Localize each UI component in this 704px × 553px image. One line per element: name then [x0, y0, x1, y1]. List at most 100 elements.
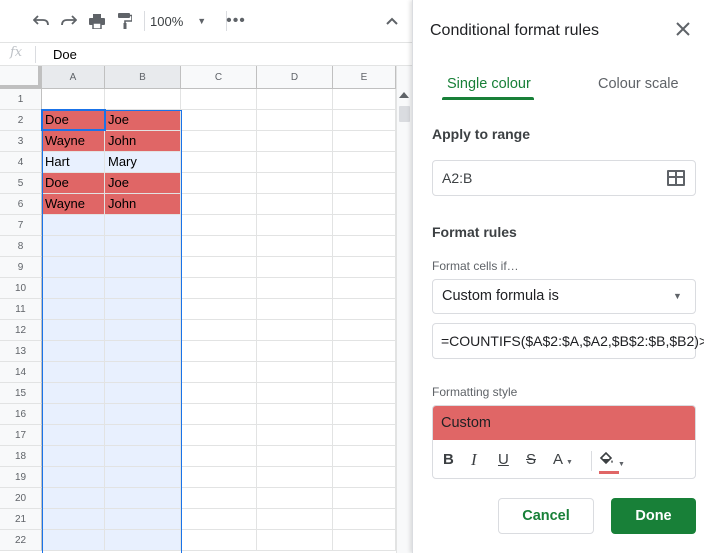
- column-header-c[interactable]: C: [181, 66, 257, 89]
- cell-d14[interactable]: [257, 362, 333, 383]
- cell-b17[interactable]: [105, 425, 181, 446]
- cell-c4[interactable]: [181, 152, 257, 173]
- cell-b19[interactable]: [105, 467, 181, 488]
- cell-e15[interactable]: [333, 383, 396, 404]
- cell-e14[interactable]: [333, 362, 396, 383]
- cell-a7[interactable]: [42, 215, 105, 236]
- cell-b3[interactable]: John: [105, 131, 181, 152]
- cell-b16[interactable]: [105, 404, 181, 425]
- cell-a21[interactable]: [42, 509, 105, 530]
- cell-d17[interactable]: [257, 425, 333, 446]
- scroll-up-icon[interactable]: [399, 90, 409, 101]
- cell-c18[interactable]: [181, 446, 257, 467]
- cell-b13[interactable]: [105, 341, 181, 362]
- cell-e7[interactable]: [333, 215, 396, 236]
- cell-d12[interactable]: [257, 320, 333, 341]
- cell-a6[interactable]: Wayne: [42, 194, 105, 215]
- row-header-19[interactable]: 19: [0, 467, 42, 488]
- row-header-1[interactable]: 1: [0, 89, 42, 110]
- cell-c22[interactable]: [181, 530, 257, 551]
- cell-e22[interactable]: [333, 530, 396, 551]
- cell-d10[interactable]: [257, 278, 333, 299]
- cell-a18[interactable]: [42, 446, 105, 467]
- cell-c15[interactable]: [181, 383, 257, 404]
- cell-e8[interactable]: [333, 236, 396, 257]
- cell-c11[interactable]: [181, 299, 257, 320]
- cell-c13[interactable]: [181, 341, 257, 362]
- cell-b9[interactable]: [105, 257, 181, 278]
- zoom-select[interactable]: 100% ▼: [150, 10, 222, 32]
- cell-a1[interactable]: [42, 89, 105, 110]
- cell-d16[interactable]: [257, 404, 333, 425]
- condition-dropdown[interactable]: Custom formula is ▼: [432, 279, 696, 314]
- cell-d5[interactable]: [257, 173, 333, 194]
- row-header-17[interactable]: 17: [0, 425, 42, 446]
- cell-d8[interactable]: [257, 236, 333, 257]
- cell-c3[interactable]: [181, 131, 257, 152]
- cell-d4[interactable]: [257, 152, 333, 173]
- italic-button[interactable]: I: [471, 451, 477, 469]
- select-all-corner[interactable]: [0, 66, 42, 89]
- cell-d7[interactable]: [257, 215, 333, 236]
- cell-c21[interactable]: [181, 509, 257, 530]
- cell-c7[interactable]: [181, 215, 257, 236]
- tab-colour-scale[interactable]: Colour scale: [598, 76, 679, 92]
- cell-e4[interactable]: [333, 152, 396, 173]
- cell-b11[interactable]: [105, 299, 181, 320]
- cell-d6[interactable]: [257, 194, 333, 215]
- row-header-13[interactable]: 13: [0, 341, 42, 362]
- text-color-button[interactable]: A ▼: [553, 451, 573, 472]
- cell-e20[interactable]: [333, 488, 396, 509]
- cell-b5[interactable]: Joe: [105, 173, 181, 194]
- cell-e11[interactable]: [333, 299, 396, 320]
- row-header-4[interactable]: 4: [0, 152, 42, 173]
- cell-b1[interactable]: [105, 89, 181, 110]
- cell-b4[interactable]: Mary: [105, 152, 181, 173]
- cell-d11[interactable]: [257, 299, 333, 320]
- cell-d3[interactable]: [257, 131, 333, 152]
- cell-d15[interactable]: [257, 383, 333, 404]
- cell-b14[interactable]: [105, 362, 181, 383]
- print-icon[interactable]: [86, 10, 108, 32]
- cell-a9[interactable]: [42, 257, 105, 278]
- cell-a13[interactable]: [42, 341, 105, 362]
- cell-e19[interactable]: [333, 467, 396, 488]
- cell-c17[interactable]: [181, 425, 257, 446]
- cell-a12[interactable]: [42, 320, 105, 341]
- cell-c20[interactable]: [181, 488, 257, 509]
- cell-c10[interactable]: [181, 278, 257, 299]
- row-header-3[interactable]: 3: [0, 131, 42, 152]
- cell-b12[interactable]: [105, 320, 181, 341]
- cell-a10[interactable]: [42, 278, 105, 299]
- row-header-9[interactable]: 9: [0, 257, 42, 278]
- cell-a14[interactable]: [42, 362, 105, 383]
- row-header-5[interactable]: 5: [0, 173, 42, 194]
- cell-a20[interactable]: [42, 488, 105, 509]
- cell-d9[interactable]: [257, 257, 333, 278]
- row-header-12[interactable]: 12: [0, 320, 42, 341]
- cell-e18[interactable]: [333, 446, 396, 467]
- cell-b7[interactable]: [105, 215, 181, 236]
- cell-a3[interactable]: Wayne: [42, 131, 105, 152]
- column-header-e[interactable]: E: [333, 66, 396, 89]
- cell-d20[interactable]: [257, 488, 333, 509]
- cell-b2[interactable]: Joe: [105, 110, 181, 131]
- cell-e9[interactable]: [333, 257, 396, 278]
- row-header-2[interactable]: 2: [0, 110, 42, 131]
- cell-e12[interactable]: [333, 320, 396, 341]
- row-header-8[interactable]: 8: [0, 236, 42, 257]
- cell-e13[interactable]: [333, 341, 396, 362]
- cell-a15[interactable]: [42, 383, 105, 404]
- cell-e10[interactable]: [333, 278, 396, 299]
- row-header-22[interactable]: 22: [0, 530, 42, 551]
- cell-a22[interactable]: [42, 530, 105, 551]
- cell-d1[interactable]: [257, 89, 333, 110]
- cell-b20[interactable]: [105, 488, 181, 509]
- cell-d22[interactable]: [257, 530, 333, 551]
- cancel-button[interactable]: Cancel: [498, 498, 594, 534]
- cell-a8[interactable]: [42, 236, 105, 257]
- row-header-6[interactable]: 6: [0, 194, 42, 215]
- style-preview[interactable]: Custom: [433, 406, 695, 440]
- row-header-15[interactable]: 15: [0, 383, 42, 404]
- grid-select-icon[interactable]: [667, 170, 685, 186]
